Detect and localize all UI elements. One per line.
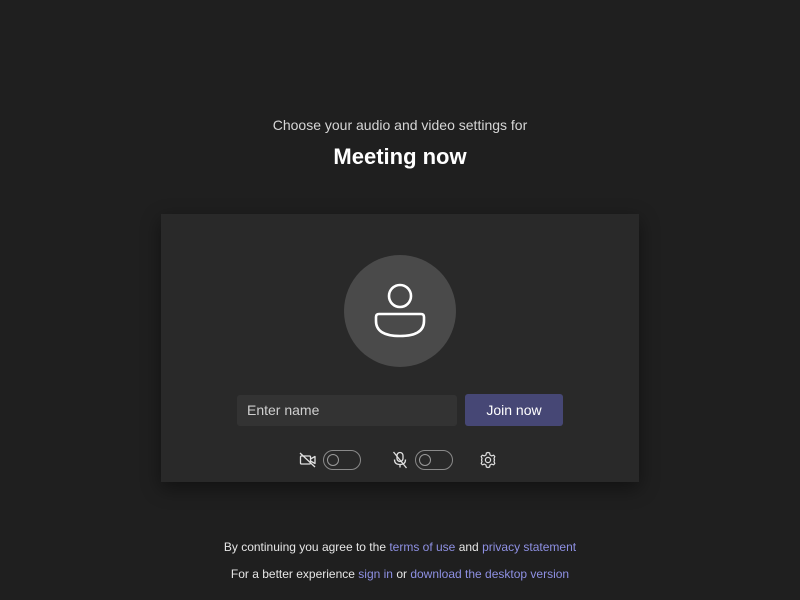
name-input[interactable] — [237, 395, 457, 426]
terms-notice: By continuing you agree to the terms of … — [0, 540, 800, 554]
experience-middle: or — [392, 567, 411, 581]
sign-in-link[interactable]: sign in — [358, 567, 393, 581]
camera-toggle-knob — [327, 454, 339, 466]
terms-middle: and — [455, 540, 483, 554]
prejoin-subtitle: Choose your audio and video settings for — [272, 117, 528, 133]
join-now-button[interactable]: Join now — [465, 394, 563, 426]
prejoin-screen: Choose your audio and video settings for… — [0, 0, 800, 600]
microphone-toggle[interactable] — [415, 450, 453, 470]
person-icon — [374, 283, 426, 338]
prejoin-card: Join now — [161, 214, 639, 482]
microphone-toggle-knob — [419, 454, 431, 466]
terms-of-use-link[interactable]: terms of use — [389, 540, 455, 554]
download-desktop-link[interactable]: download the desktop version — [410, 567, 569, 581]
privacy-statement-link[interactable]: privacy statement — [482, 540, 576, 554]
camera-toggle[interactable] — [323, 450, 361, 470]
meeting-title: Meeting now — [333, 144, 467, 169]
camera-off-icon — [298, 450, 318, 470]
experience-prefix: For a better experience — [230, 567, 359, 581]
gear-icon[interactable] — [478, 450, 498, 470]
experience-notice: For a better experience sign in or downl… — [0, 567, 800, 581]
mic-off-icon — [390, 450, 410, 470]
device-controls — [161, 448, 639, 472]
avatar — [344, 255, 456, 367]
terms-prefix: By continuing you agree to the — [223, 540, 390, 554]
